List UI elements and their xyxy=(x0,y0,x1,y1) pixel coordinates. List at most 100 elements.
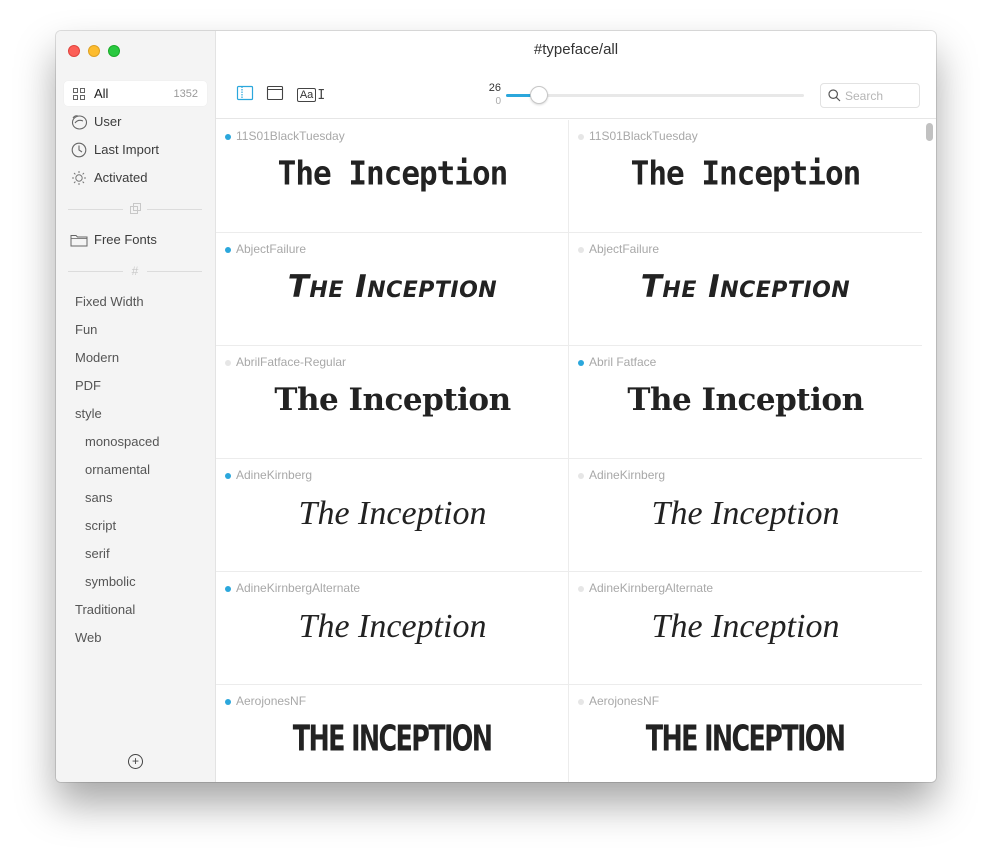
font-preview-text: The Inception xyxy=(216,495,569,533)
inactive-status-dot[interactable] xyxy=(578,134,584,140)
preview-sample: The Inception xyxy=(651,608,840,645)
tags-divider: # xyxy=(68,264,202,278)
search-input[interactable] xyxy=(845,88,915,103)
font-preview-text: The Inception xyxy=(216,608,569,646)
preview-sample: The Inception xyxy=(646,718,846,760)
font-name: AdineKirnberg xyxy=(589,468,666,482)
preview-sample: The Inception xyxy=(298,495,487,532)
font-name: Abril Fatface xyxy=(589,355,657,369)
main-panel: #typeface/all Aa I 26 0 Search 11S01Blac… xyxy=(216,31,936,782)
active-status-dot[interactable] xyxy=(225,699,231,705)
font-name: AdineKirnbergAlternate xyxy=(589,581,714,595)
search-icon xyxy=(828,89,841,102)
active-status-dot[interactable] xyxy=(225,473,231,479)
preview-sample: The Inception xyxy=(640,269,851,305)
font-name: AdineKirnberg xyxy=(236,468,313,482)
font-card[interactable]: AdineKirnberg The Inception xyxy=(216,459,569,572)
inactive-status-dot[interactable] xyxy=(578,699,584,705)
collections-icon xyxy=(127,202,143,216)
preview-sample: The Inception xyxy=(627,382,864,418)
font-card[interactable]: 11S01BlackTuesday The Inception xyxy=(569,120,922,233)
font-name: AerojonesNF xyxy=(589,694,660,708)
vertical-scrollbar[interactable] xyxy=(926,123,933,141)
inactive-status-dot[interactable] xyxy=(578,247,584,253)
preview-sample: The Inception xyxy=(651,495,840,532)
font-card[interactable]: AbjectFailure The Inception xyxy=(216,233,569,346)
tag-traditional[interactable]: Traditional xyxy=(75,600,135,620)
search-field[interactable] xyxy=(820,83,920,108)
font-card[interactable]: AdineKirnbergAlternate The Inception xyxy=(216,572,569,685)
sidebar-item-activated[interactable]: Activated xyxy=(64,165,207,190)
close-window-button[interactable] xyxy=(68,45,80,57)
sidebar-item-last-import[interactable]: Last Import xyxy=(64,137,207,162)
sidebar-item-label: All xyxy=(94,86,109,101)
font-grid: 11S01BlackTuesday The Inception 11S01Black… xyxy=(216,120,922,782)
tag-fun[interactable]: Fun xyxy=(75,320,97,340)
font-preview-text: The Inception xyxy=(569,269,922,305)
font-name: AerojonesNF xyxy=(236,694,307,708)
tag-ornamental[interactable]: ornamental xyxy=(85,460,150,480)
sidebar-item-label: User xyxy=(94,114,122,129)
font-name: AbjectFailure xyxy=(236,242,307,256)
active-status-dot[interactable] xyxy=(225,247,231,253)
font-card[interactable]: Abril Fatface The Inception xyxy=(569,346,922,459)
inactive-status-dot[interactable] xyxy=(578,473,584,479)
sun-icon xyxy=(70,169,88,187)
tag-script[interactable]: script xyxy=(85,516,116,536)
sidebar-item-free-fonts[interactable]: Free Fonts xyxy=(64,227,207,252)
preview-text-button[interactable]: Aa I xyxy=(296,85,326,105)
user-icon xyxy=(70,113,88,131)
font-card[interactable]: AerojonesNF The Inception xyxy=(569,685,922,782)
size-slider-value: 26 xyxy=(488,82,501,94)
inactive-status-dot[interactable] xyxy=(578,586,584,592)
font-card[interactable]: AdineKirnbergAlternate The Inception xyxy=(569,572,922,685)
font-count-badge: 1352 xyxy=(173,87,198,100)
font-card[interactable]: 11S01BlackTuesday The Inception xyxy=(216,120,569,233)
add-collection-button[interactable]: + xyxy=(128,754,143,769)
grid-icon xyxy=(70,85,88,103)
tag-web[interactable]: Web xyxy=(75,628,102,648)
tag-monospaced[interactable]: monospaced xyxy=(85,432,159,452)
preview-sample: The Inception xyxy=(630,155,862,193)
preview-sample: The Inception xyxy=(277,155,509,193)
active-status-dot[interactable] xyxy=(225,134,231,140)
active-status-dot[interactable] xyxy=(225,586,231,592)
tag-sans[interactable]: sans xyxy=(85,488,112,508)
preview-sample: The Inception xyxy=(298,608,487,645)
preview-sample: The Inception xyxy=(293,718,493,760)
font-preview-text: The Inception xyxy=(216,155,569,193)
sidebar-item-label: Free Fonts xyxy=(94,232,157,247)
font-name: AbrilFatface-Regular xyxy=(236,355,347,369)
sidebar-item-all[interactable]: All 1352 xyxy=(64,81,207,106)
sidebar-item-label: Last Import xyxy=(94,142,160,157)
tag-style[interactable]: style xyxy=(75,404,102,424)
font-card[interactable]: AdineKirnberg The Inception xyxy=(569,459,922,572)
font-card[interactable]: AbjectFailure The Inception xyxy=(569,233,922,346)
clock-icon xyxy=(70,141,88,159)
window-icon xyxy=(266,85,284,106)
window-controls xyxy=(68,45,120,57)
window-title: #typeface/all xyxy=(533,41,619,58)
folder-icon xyxy=(70,231,88,249)
tag-fixed-width[interactable]: Fixed Width xyxy=(75,292,144,312)
font-card[interactable]: AerojonesNF The Inception xyxy=(216,685,569,782)
minimize-window-button[interactable] xyxy=(88,45,100,57)
zoom-window-button[interactable] xyxy=(108,45,120,57)
font-name: AdineKirnbergAlternate xyxy=(236,581,361,595)
font-name: 11S01BlackTuesday xyxy=(236,129,345,143)
inactive-status-dot[interactable] xyxy=(225,360,231,366)
font-card[interactable]: AbrilFatface-Regular The Inception xyxy=(216,346,569,459)
sidebar-item-user[interactable]: User xyxy=(64,109,207,134)
tag-symbolic[interactable]: symbolic xyxy=(85,572,136,592)
active-status-dot[interactable] xyxy=(578,360,584,366)
tag-pdf[interactable]: PDF xyxy=(75,376,101,396)
toggle-preview-pane-button[interactable] xyxy=(264,85,286,105)
font-size-slider[interactable] xyxy=(506,86,804,104)
slider-knob[interactable] xyxy=(529,86,548,104)
font-preview-text: The Inception xyxy=(216,269,569,305)
tag-modern[interactable]: Modern xyxy=(75,348,119,368)
size-slider-min: 0 xyxy=(495,96,501,107)
tag-serif[interactable]: serif xyxy=(85,544,110,564)
text-preview-icon: Aa I xyxy=(296,88,325,103)
toggle-sidebar-button[interactable] xyxy=(234,85,256,105)
